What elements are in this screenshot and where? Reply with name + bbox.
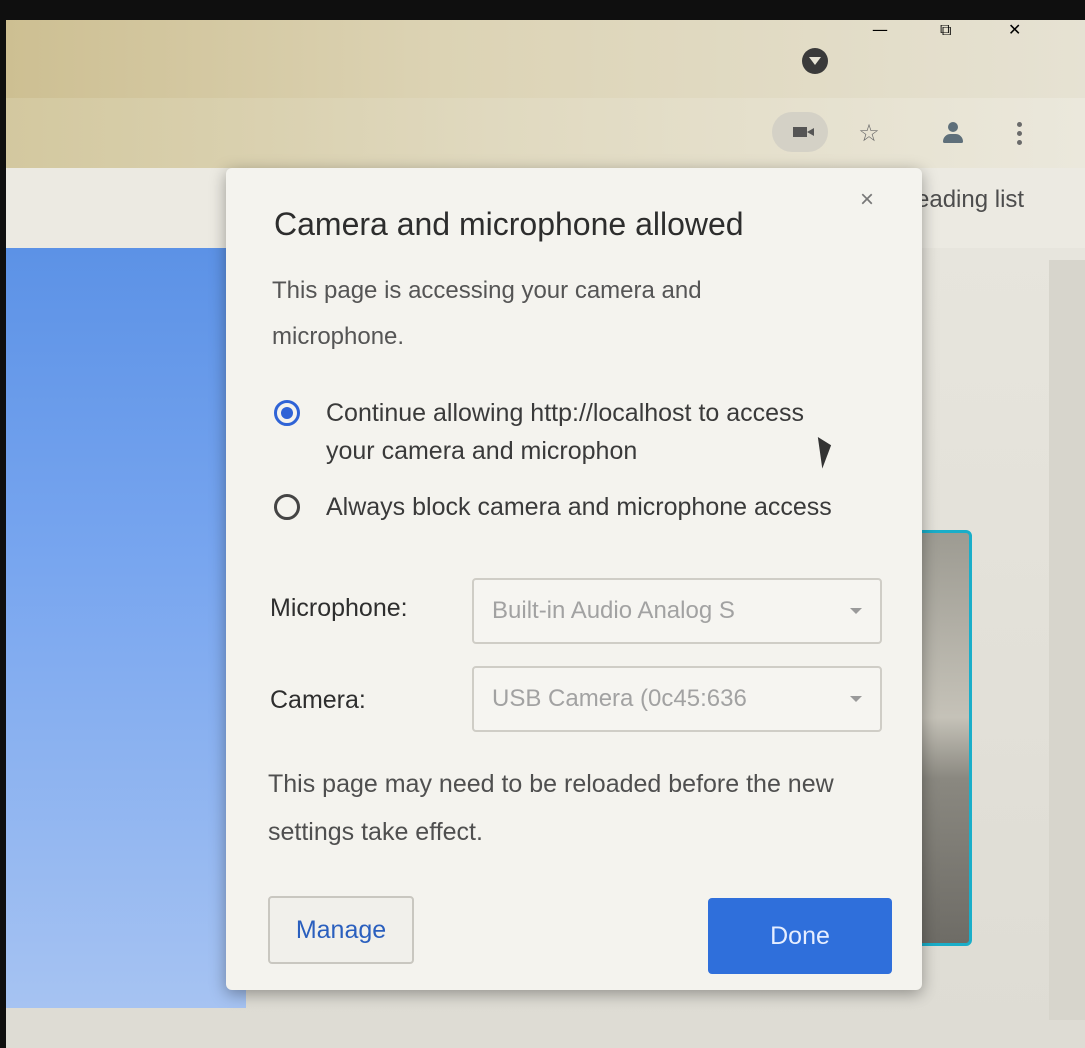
minimize-icon: — — [872, 20, 888, 39]
camera-indicator-button[interactable] — [772, 112, 828, 152]
done-button[interactable]: Done — [708, 898, 892, 974]
menu-button[interactable] — [1002, 116, 1036, 150]
video-camera-icon — [793, 127, 814, 137]
manage-button[interactable]: Manage — [268, 896, 414, 964]
title-bar — [6, 20, 1085, 98]
permission-dialog: × Camera and microphone allowed This pag… — [226, 168, 922, 990]
profile-button[interactable] — [936, 116, 970, 150]
close-icon: ✕ — [1008, 20, 1022, 39]
radio-unselected-icon[interactable] — [274, 494, 300, 520]
camera-value: USB Camera (0c45:636 — [492, 685, 747, 712]
chevron-down-icon — [850, 608, 862, 614]
radio-continue-label: Continue allowing http://localhost to ac… — [326, 399, 805, 465]
radio-always-block[interactable]: Always block camera and microphone acces… — [274, 488, 854, 526]
radio-selected-icon[interactable] — [274, 400, 300, 426]
camera-label: Camera: — [270, 686, 366, 714]
reading-list-button[interactable]: eading list — [916, 186, 1024, 214]
radio-block-label: Always block camera and microphone acces… — [326, 493, 832, 521]
dialog-title: Camera and microphone allowed — [274, 206, 744, 242]
person-icon — [942, 122, 964, 144]
bookmark-star-button[interactable]: ☆ — [852, 116, 886, 150]
radio-continue-allowing[interactable]: Continue allowing http://localhost to ac… — [274, 394, 854, 470]
star-icon: ☆ — [858, 119, 880, 147]
close-window-button[interactable]: ✕ — [1008, 20, 1042, 54]
dialog-description: This page is accessing your camera and m… — [272, 277, 702, 350]
restore-icon: ⧉ — [940, 20, 952, 39]
restore-button[interactable]: ⧉ — [940, 20, 974, 54]
browser-toolbar — [6, 98, 1085, 168]
page-side-strip — [1049, 260, 1085, 1020]
microphone-value: Built-in Audio Analog S — [492, 597, 735, 624]
close-dialog-icon[interactable]: × — [860, 186, 874, 214]
microphone-label: Microphone: — [270, 594, 408, 622]
page-blue-panel — [6, 248, 246, 1008]
kebab-menu-icon — [1016, 121, 1022, 145]
microphone-select[interactable]: Built-in Audio Analog S — [472, 578, 882, 644]
minimize-button[interactable]: — — [872, 20, 906, 54]
browser-screen: — ⧉ ✕ ☆ eading list × Camera and microph… — [6, 20, 1085, 1048]
chevron-down-icon — [850, 696, 862, 702]
extension-icon[interactable] — [802, 48, 828, 74]
camera-select[interactable]: USB Camera (0c45:636 — [472, 666, 882, 732]
reload-note: This page may need to be reloaded before… — [268, 770, 834, 846]
